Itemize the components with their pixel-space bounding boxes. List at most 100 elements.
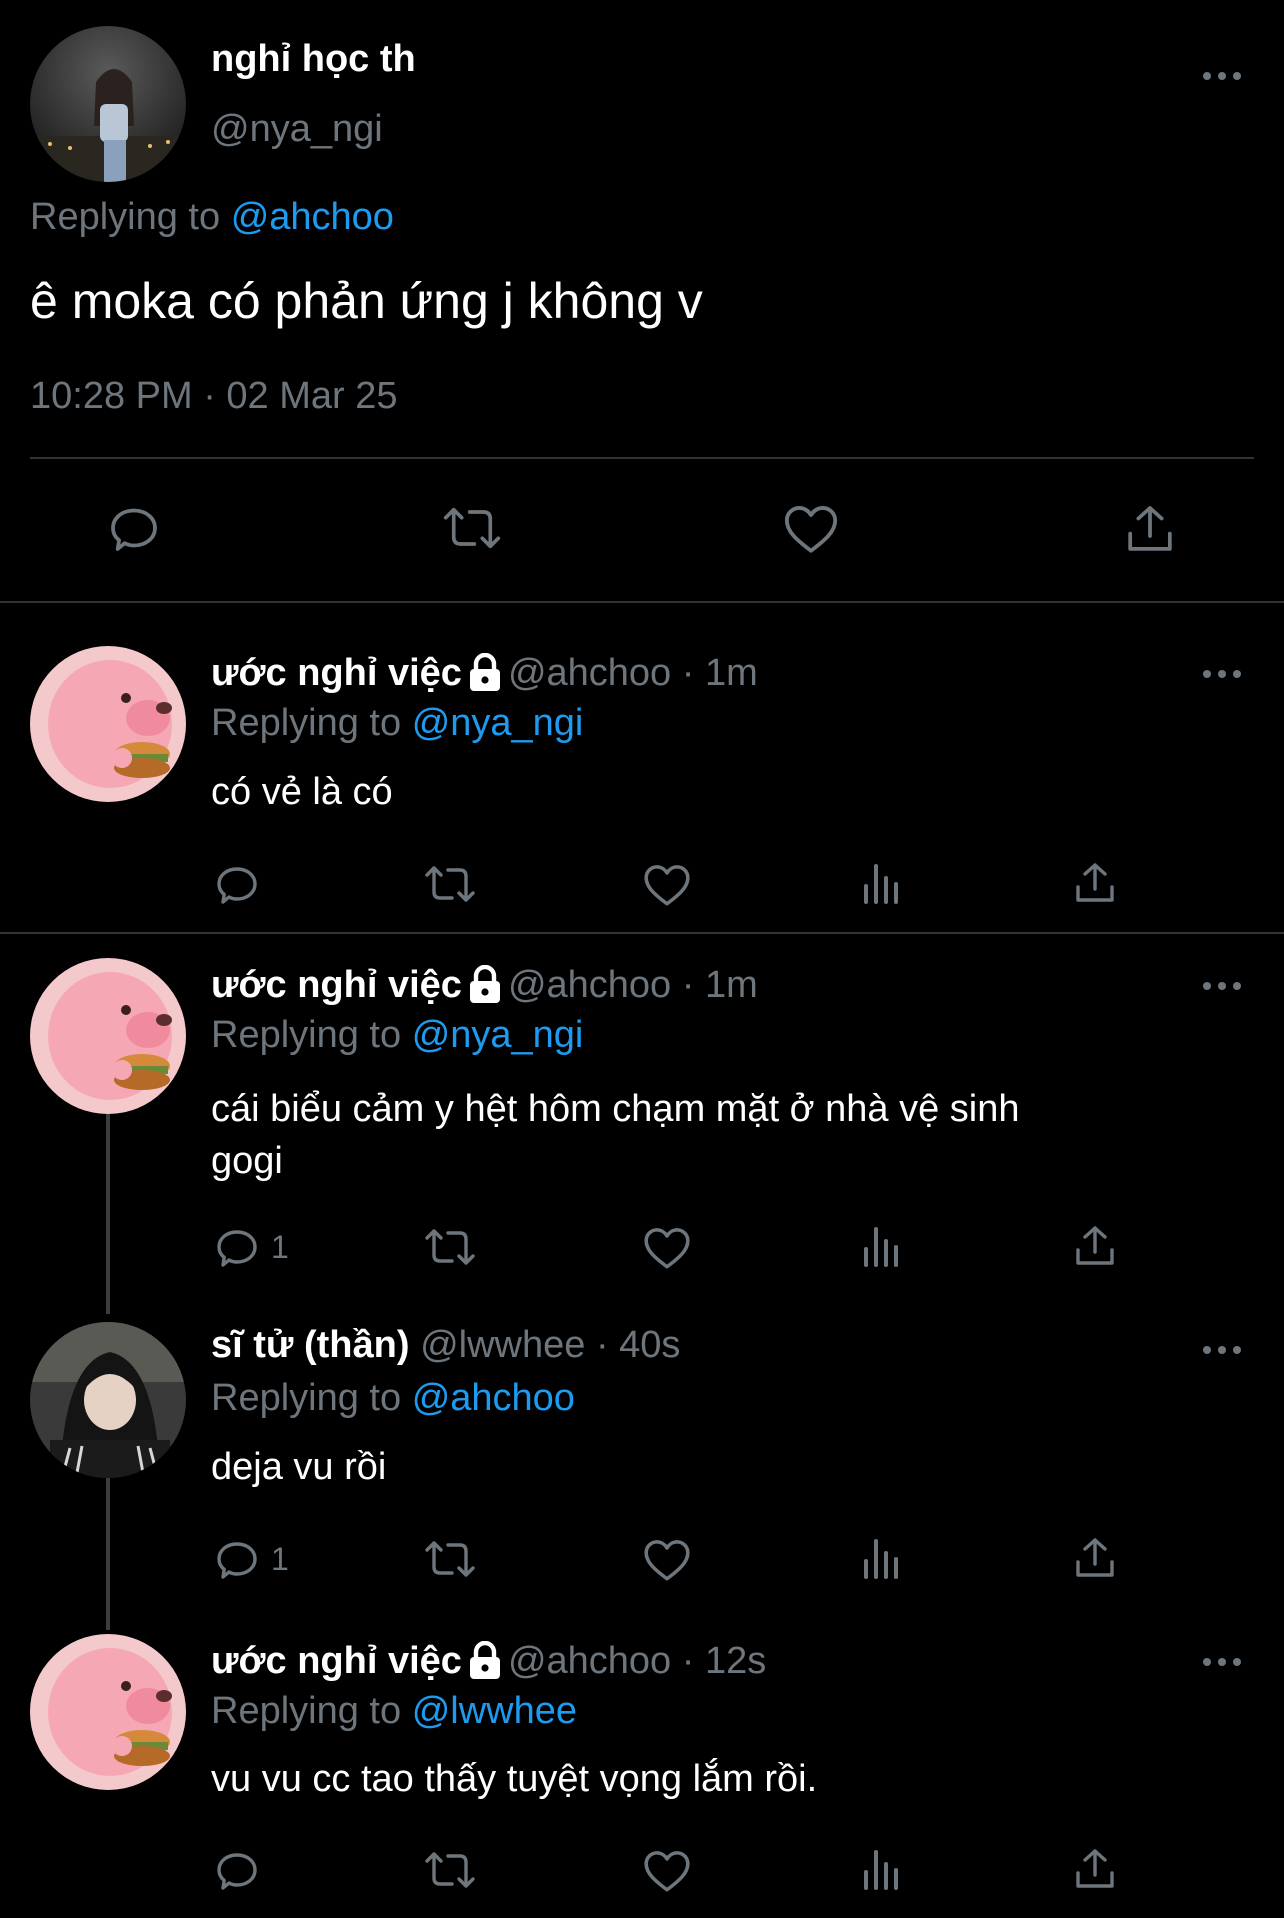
replying-to-link[interactable]: @nya_ngi [412,1014,584,1056]
views-button[interactable] [860,1223,904,1269]
replying-label: Replying to [211,702,402,744]
views-icon [864,864,898,904]
views-button[interactable] [860,1535,904,1581]
thread-line [106,1478,110,1630]
retweet-icon [425,1229,475,1265]
lock-icon [469,1640,500,1679]
reply-count: 1 [271,1540,289,1577]
share-icon [1076,863,1114,902]
reply-count: 1 [271,1228,289,1265]
handle[interactable]: @ahchoo [508,964,671,1006]
avatar-ahchoo[interactable] [30,958,186,1114]
main-share-button[interactable] [1122,500,1178,558]
avatar-nya-ngi[interactable] [30,26,186,182]
reply-4-header: ước nghỉ việc @ahchoo · 12s [211,1640,766,1685]
divider [0,932,1284,934]
views-button[interactable] [860,860,904,906]
main-handle[interactable]: @nya_ngi [211,108,383,151]
lock-icon [469,652,500,691]
more-icon[interactable] [1200,1652,1244,1672]
share-button[interactable] [1071,1844,1119,1894]
retweet-icon [425,866,475,902]
like-button[interactable] [642,1537,692,1583]
reply-button[interactable] [213,1846,261,1894]
reply-icon [217,1542,257,1579]
more-icon[interactable] [1200,1340,1244,1360]
share-button[interactable] [1071,1221,1119,1271]
reply-icon [217,867,257,904]
retweet-icon [443,507,501,549]
more-icon[interactable] [1200,976,1244,996]
reply-icon [217,1230,257,1267]
retweet-button[interactable] [422,860,478,908]
views-icon [864,1227,898,1267]
retweet-button[interactable] [422,1223,478,1271]
main-retweet-button[interactable] [440,500,504,556]
replying-label: Replying to [211,1690,402,1732]
replying-label: Replying to [211,1377,402,1419]
reply-2-header: ước nghỉ việc @ahchoo · 1m [211,964,758,1009]
tweet-text: deja vu rồi [211,1446,387,1488]
like-button[interactable] [642,862,692,908]
retweet-icon [425,1852,475,1888]
display-name[interactable]: ước nghỉ việc [211,964,462,1006]
divider [0,601,1284,603]
reply-button[interactable] [213,860,261,908]
main-display-name[interactable]: nghỉ học th [211,38,416,81]
timestamp[interactable]: · 40s [596,1324,680,1366]
lock-icon [469,964,500,1003]
more-icon[interactable] [1200,66,1244,86]
handle[interactable]: @lwwhee [420,1324,585,1366]
display-name[interactable]: ước nghỉ việc [211,1640,462,1682]
tweet-text: có vẻ là có [211,771,393,813]
main-tweet-text: ê moka có phản ứng j không v [30,273,703,329]
tweet-text-line: cái biểu cảm y hệt hôm chạm mặt ở nhà vệ… [211,1088,1020,1130]
display-name[interactable]: sĩ tử (thần) [211,1324,410,1366]
replying-to-link[interactable]: @ahchoo [231,196,394,238]
replying-to-link[interactable]: @ahchoo [412,1377,575,1419]
retweet-icon [425,1541,475,1577]
replying-line: Replying to @lwwhee [211,1690,577,1733]
like-icon [644,1540,690,1581]
main-like-button[interactable] [782,502,840,556]
replying-to-link[interactable]: @nya_ngi [412,702,584,744]
timestamp[interactable]: · 12s [682,1640,766,1682]
avatar-ahchoo[interactable] [30,1634,186,1790]
reply-button[interactable]: 1 [213,1535,289,1583]
display-name[interactable]: ước nghỉ việc [211,652,462,694]
views-icon [864,1539,898,1579]
like-icon [644,1228,690,1269]
main-replying-line: Replying to @ahchoo [30,196,394,239]
like-button[interactable] [642,1225,692,1271]
handle[interactable]: @ahchoo [508,652,671,694]
timestamp[interactable]: · 1m [682,652,758,694]
more-icon[interactable] [1200,664,1244,684]
separator [30,457,1254,459]
retweet-button[interactable] [422,1846,478,1894]
like-button[interactable] [642,1848,692,1894]
reply-3-header: sĩ tử (thần) @lwwhee · 40s [211,1324,680,1367]
main-reply-button[interactable] [106,500,162,556]
replying-line: Replying to @nya_ngi [211,702,583,745]
replying-line: Replying to @ahchoo [211,1377,575,1420]
replying-label: Replying to [211,1014,402,1056]
replying-to-link[interactable]: @lwwhee [412,1690,577,1732]
retweet-button[interactable] [422,1535,478,1583]
share-icon [1076,1226,1114,1265]
tweet-text-line: gogi [211,1140,283,1182]
views-icon [864,1850,898,1890]
handle[interactable]: @ahchoo [508,1640,671,1682]
reply-icon [111,508,157,551]
like-icon [644,1851,690,1892]
views-button[interactable] [860,1846,904,1892]
avatar-lwwhee[interactable] [30,1322,186,1478]
share-button[interactable] [1071,858,1119,908]
reply-button[interactable]: 1 [213,1223,289,1271]
thread-line [106,1114,110,1314]
avatar-ahchoo[interactable] [30,646,186,802]
main-timestamp[interactable]: 10:28 PM · 02 Mar 25 [30,375,398,418]
share-icon [1076,1538,1114,1577]
tweet-text: cái biểu cảm y hệt hôm chạm mặt ở nhà vệ… [211,1083,1020,1187]
share-button[interactable] [1071,1533,1119,1583]
timestamp[interactable]: · 1m [682,964,758,1006]
